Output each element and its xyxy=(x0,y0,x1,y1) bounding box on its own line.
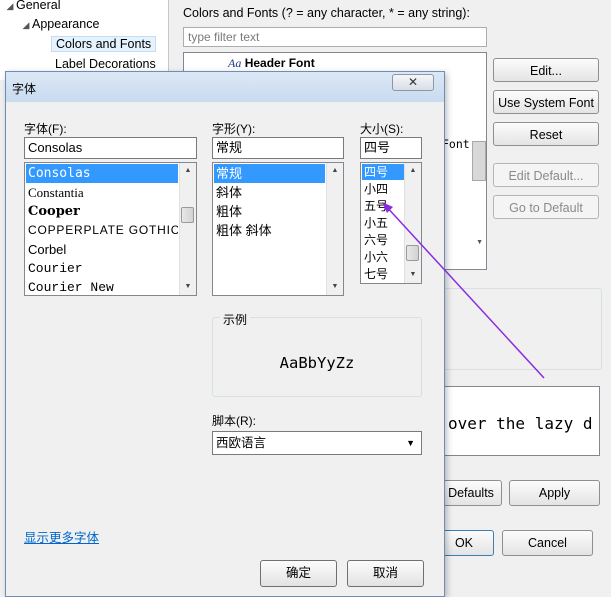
tree-item-colors-and-fonts[interactable]: Colors and Fonts xyxy=(51,35,157,54)
restore-defaults-button[interactable]: Defaults xyxy=(440,480,502,506)
font-input[interactable]: Consolas xyxy=(24,137,197,159)
font-list-scrollbar[interactable]: ▲ ▼ xyxy=(179,163,196,295)
edit-default-button[interactable]: Edit Default... xyxy=(493,163,599,187)
filter-label: Colors and Fonts (? = any character, * =… xyxy=(183,6,470,20)
reset-button[interactable]: Reset xyxy=(493,122,599,146)
ok-button[interactable]: 确定 xyxy=(260,560,337,587)
dialog-title: 字体 xyxy=(12,82,37,96)
font-preview-text: over the lazy d xyxy=(448,414,593,433)
style-item-bold-italic[interactable]: 粗体 斜体 xyxy=(214,221,325,240)
scroll-thumb[interactable] xyxy=(406,245,419,261)
size-input[interactable]: 四号 xyxy=(360,137,422,159)
scroll-down-arrow-icon[interactable]: ▼ xyxy=(327,279,343,295)
font-item-constantia[interactable]: Constantia xyxy=(26,183,178,202)
tree-item-appearance[interactable]: ◢ Appearance xyxy=(20,15,100,35)
font-item-consolas[interactable]: Consolas xyxy=(26,164,178,183)
description-group xyxy=(440,288,602,370)
list-item-header-font[interactable]: Aa Header Font xyxy=(228,56,315,71)
use-system-font-button[interactable]: Use System Font xyxy=(493,90,599,114)
scroll-down-arrow-icon[interactable]: ▼ xyxy=(405,267,421,283)
script-label: 脚本(R): xyxy=(212,414,256,428)
size-item-4[interactable]: 四号 xyxy=(362,164,404,180)
sample-label: 示例 xyxy=(220,311,251,328)
font-label: 字体(F): xyxy=(24,122,67,136)
font-item-courier[interactable]: Courier xyxy=(26,259,178,278)
font-item-cooper[interactable]: Cooper xyxy=(26,202,178,221)
font-item-courier-new[interactable]: Courier New xyxy=(26,278,178,295)
font-item-corbel[interactable]: Corbel xyxy=(26,240,178,259)
list-item-peek: Font xyxy=(442,137,470,151)
style-item-regular[interactable]: 常规 xyxy=(214,164,325,183)
style-list-scrollbar[interactable]: ▲ ▼ xyxy=(326,163,343,295)
sample-text: AaBbYyZz xyxy=(279,354,355,372)
tree-item-general[interactable]: ◢ General xyxy=(4,0,61,16)
scroll-up-arrow-icon[interactable]: ▲ xyxy=(405,163,421,179)
font-icon: Aa xyxy=(228,56,242,70)
expanded-triangle-icon[interactable]: ◢ xyxy=(20,16,32,35)
size-list-scrollbar[interactable]: ▲ ▼ xyxy=(404,163,421,283)
list-scroll-thumb[interactable] xyxy=(472,141,486,181)
bg-cancel-button[interactable]: Cancel xyxy=(502,530,593,556)
size-item-small-4[interactable]: 小四 xyxy=(362,181,404,197)
dropdown-arrow-icon[interactable]: ▼ xyxy=(406,432,415,454)
size-item-7[interactable]: 七号 xyxy=(362,266,404,282)
scroll-up-arrow-icon[interactable]: ▲ xyxy=(327,163,343,179)
scroll-thumb[interactable] xyxy=(181,207,194,223)
edit-button[interactable]: Edit... xyxy=(493,58,599,82)
size-list[interactable]: 四号 小四 五号 小五 六号 小六 七号 ▲ ▼ xyxy=(360,162,422,284)
style-input[interactable]: 常规 xyxy=(212,137,344,159)
script-select[interactable]: 西欧语言 ▼ xyxy=(212,431,422,455)
expanded-triangle-icon[interactable]: ◢ xyxy=(4,0,16,16)
script-select-value: 西欧语言 xyxy=(216,436,267,450)
close-icon[interactable]: ✕ xyxy=(392,74,434,91)
show-more-fonts-link[interactable]: 显示更多字体 xyxy=(24,527,99,546)
size-item-small-6[interactable]: 小六 xyxy=(362,249,404,265)
style-item-bold[interactable]: 粗体 xyxy=(214,202,325,221)
size-item-6[interactable]: 六号 xyxy=(362,232,404,248)
scroll-down-arrow-icon[interactable]: ▼ xyxy=(180,279,196,295)
apply-button[interactable]: Apply xyxy=(509,480,600,506)
font-dialog: 字体 ✕ 字体(F): Consolas Consolas Constantia… xyxy=(5,71,445,597)
filter-input[interactable]: type filter text xyxy=(183,27,487,47)
style-label: 字形(Y): xyxy=(212,122,256,136)
scroll-up-arrow-icon[interactable]: ▲ xyxy=(180,163,196,179)
font-list[interactable]: Consolas Constantia Cooper COPPERPLATE G… xyxy=(24,162,197,296)
size-item-small-5[interactable]: 小五 xyxy=(362,215,404,231)
size-item-5[interactable]: 五号 xyxy=(362,198,404,214)
preferences-tree: ◢ General ◢ Appearance Colors and Fonts La… xyxy=(0,0,169,80)
dialog-titlebar[interactable]: 字体 ✕ xyxy=(6,72,444,102)
style-item-italic[interactable]: 斜体 xyxy=(214,183,325,202)
style-list[interactable]: 常规 斜体 粗体 粗体 斜体 ▲ ▼ xyxy=(212,162,344,296)
size-label: 大小(S): xyxy=(360,122,404,136)
cancel-button[interactable]: 取消 xyxy=(347,560,424,587)
go-to-default-button[interactable]: Go to Default xyxy=(493,195,599,219)
scroll-down-arrow-icon[interactable]: ▼ xyxy=(476,239,483,246)
font-item-copperplate[interactable]: COPPERPLATE GOTHIC xyxy=(26,221,178,240)
